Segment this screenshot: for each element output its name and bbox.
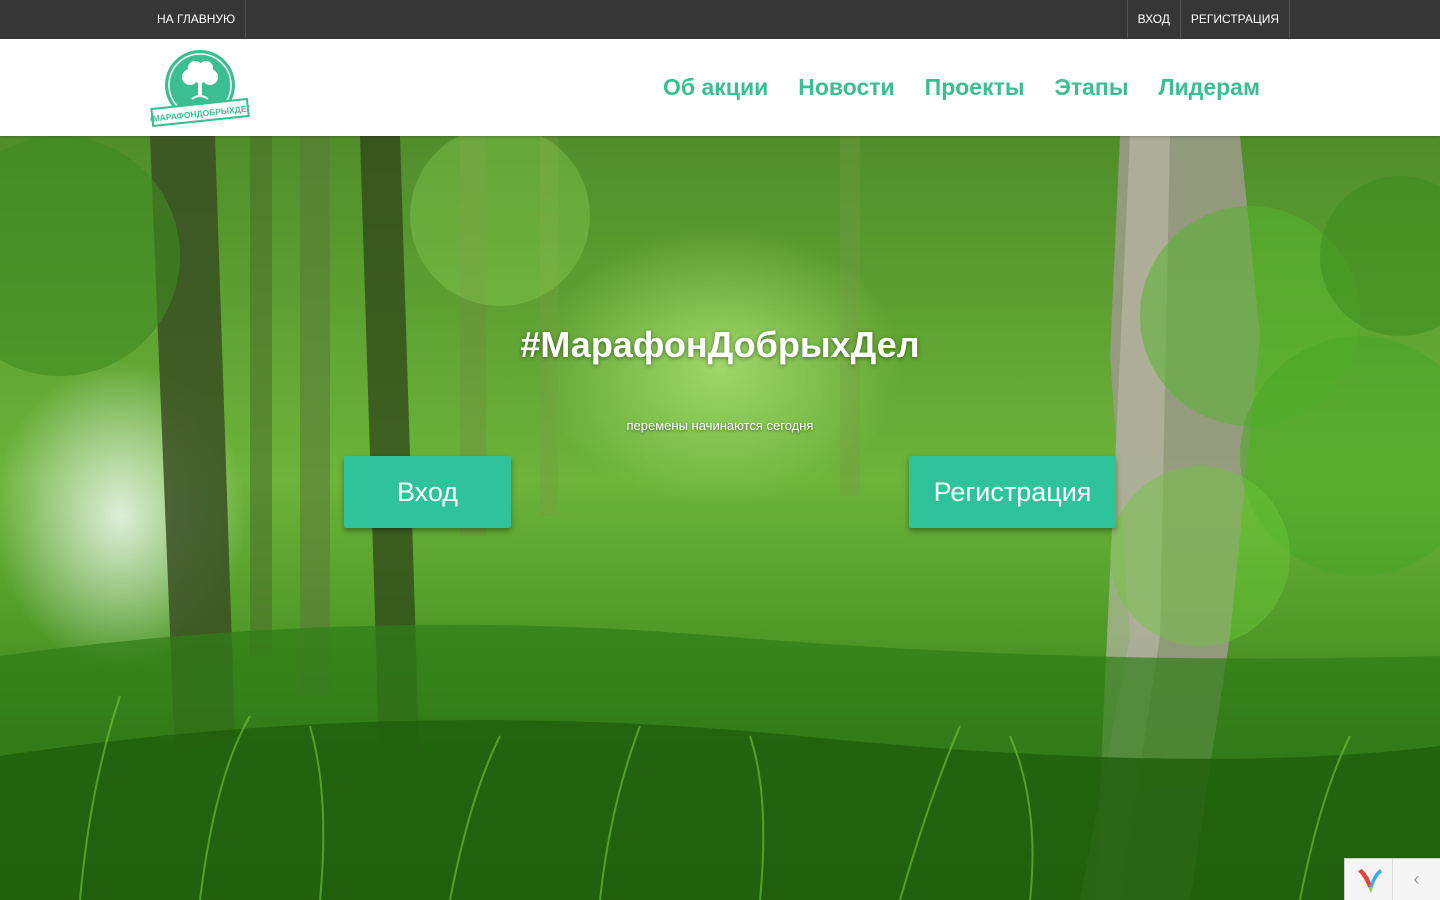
nav-projects[interactable]: Проекты (925, 74, 1025, 101)
top-login-link[interactable]: ВХОД (1126, 0, 1180, 38)
nav-news[interactable]: Новости (798, 74, 894, 101)
main-nav: Об акции Новости Проекты Этапы Лидерам (663, 39, 1260, 136)
register-button[interactable]: Регистрация (909, 456, 1116, 528)
top-bar: НА ГЛАВНУЮ ВХОД РЕГИСТРАЦИЯ (0, 0, 1440, 39)
forest-background (0, 136, 1440, 900)
auth-links: ВХОД РЕГИСТРАЦИЯ (1126, 0, 1290, 38)
hero-title: #МарафонДобрыхДел (520, 324, 920, 365)
nav-stages[interactable]: Этапы (1055, 74, 1129, 101)
yii-logo-icon[interactable] (1345, 859, 1393, 900)
hero-section: #МарафонДобрыхДел перемены начинаются се… (0, 136, 1440, 900)
home-link[interactable]: НА ГЛАВНУЮ (150, 0, 247, 38)
top-register-link[interactable]: РЕГИСТРАЦИЯ (1179, 0, 1290, 38)
hero-subtitle: перемены начинаются сегодня (626, 418, 814, 433)
login-button[interactable]: Вход (344, 456, 511, 528)
chevron-left-icon[interactable]: ‹ (1393, 859, 1440, 900)
nav-leaders[interactable]: Лидерам (1158, 74, 1260, 101)
site-logo[interactable]: #МАРАФОНДОБРЫХДЕЛ (150, 49, 250, 129)
debug-toolbar[interactable]: ‹ (1344, 858, 1440, 900)
site-header: #МАРАФОНДОБРЫХДЕЛ Об акции Новости Проек… (0, 39, 1440, 136)
nav-about[interactable]: Об акции (663, 74, 768, 101)
